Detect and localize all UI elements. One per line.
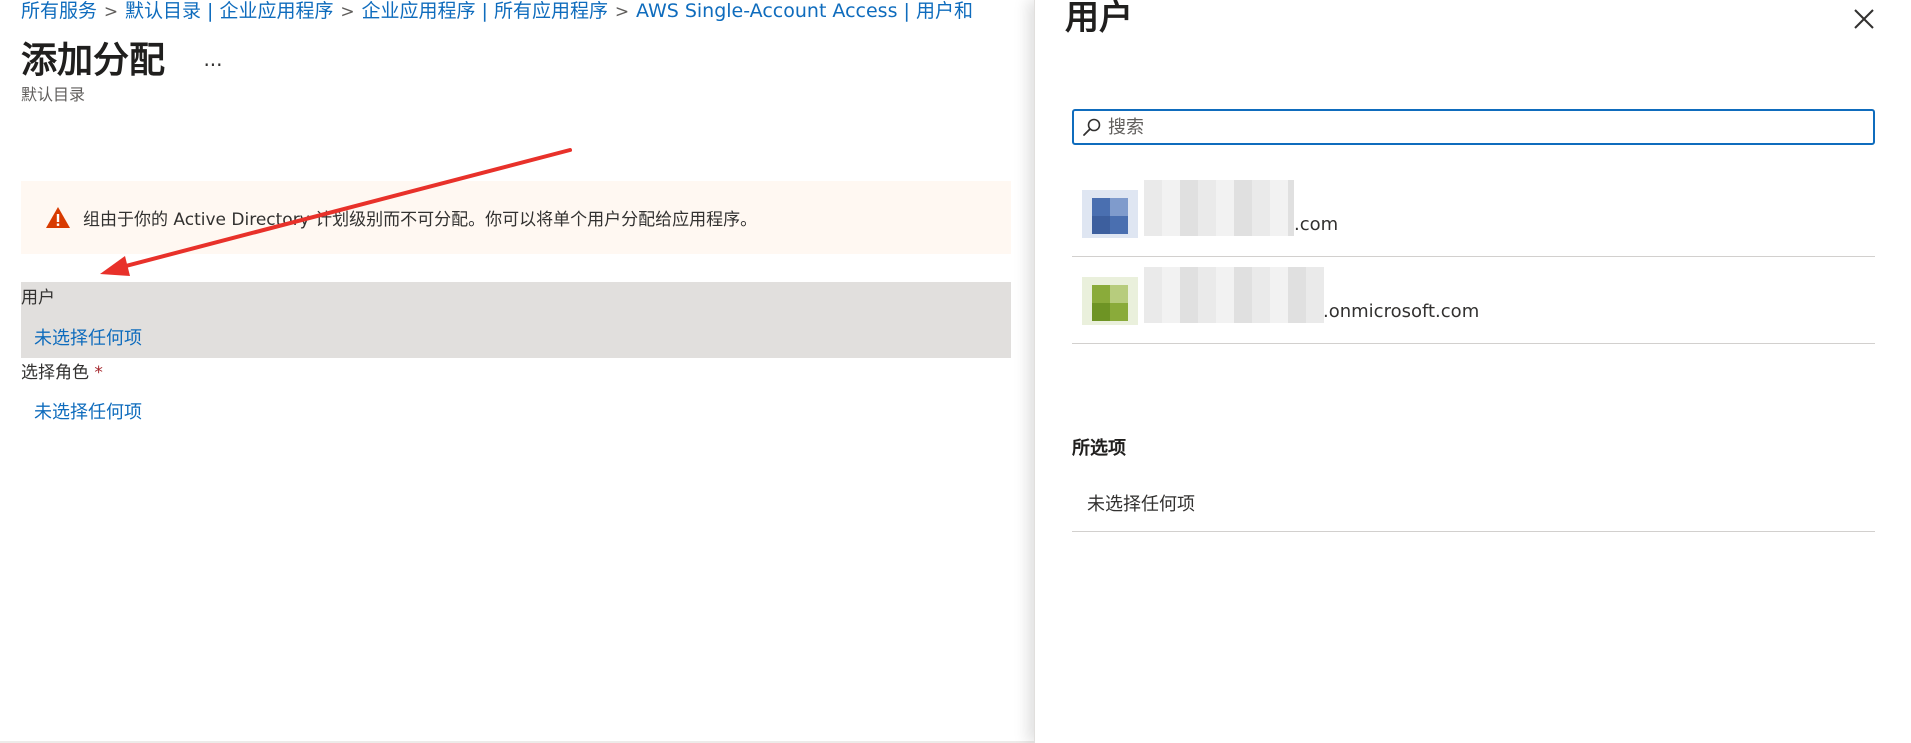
breadcrumb-default-directory[interactable]: 默认目录 | 企业应用程序 [125, 0, 333, 22]
annotation-arrow [100, 148, 572, 276]
users-label: 用户 [21, 288, 55, 308]
panel-title: 用户 [1065, 0, 1133, 38]
breadcrumb-separator: > [614, 2, 630, 22]
page-title: 添加分配 [21, 40, 166, 81]
add-assignment-blade: 所有服务 > 默认目录 | 企业应用程序 > 企业应用程序 | 所有应用程序 > AWS S… [0, 0, 1034, 743]
breadcrumb-all-services[interactable]: 所有服务 [21, 0, 97, 22]
warning-text: 组由于你的 Active Directory 计划级别而不可分配。你可以将单个用… [83, 210, 758, 230]
breadcrumb-separator: > [340, 2, 355, 22]
required-asterisk: * [94, 363, 103, 383]
avatar [1082, 277, 1138, 325]
users-selection-panel: 用户 .com [1034, 0, 1911, 743]
search-input[interactable] [1108, 114, 1868, 140]
avatar [1082, 190, 1138, 238]
select-role-label-text: 选择角色 [21, 363, 89, 383]
select-role-label: 选择角色 * [21, 361, 103, 385]
warning-triangle-icon [45, 205, 71, 231]
users-none-selected-link[interactable]: 未选择任何项 [34, 326, 142, 352]
user-email: .com [1294, 214, 1339, 235]
breadcrumb-aws-app[interactable]: AWS Single-Account Access | 用户和 [636, 0, 973, 22]
user-list-item[interactable]: .com [1072, 170, 1875, 257]
redacted-email [1144, 267, 1324, 323]
search-icon [1082, 117, 1102, 137]
user-email: .onmicrosoft.com [1323, 301, 1480, 322]
breadcrumb-enterprise-apps[interactable]: 企业应用程序 | 所有应用程序 [362, 0, 608, 22]
more-options-button[interactable]: ... [200, 44, 226, 74]
search-box[interactable] [1072, 109, 1875, 145]
breadcrumb-separator: > [103, 2, 119, 22]
selected-items-empty: 未选择任何项 [1072, 490, 1875, 532]
redacted-email [1144, 180, 1294, 236]
warning-message-bar: 组由于你的 Active Directory 计划级别而不可分配。你可以将单个用… [21, 181, 1011, 254]
page-subtitle: 默认目录 [21, 85, 86, 104]
role-none-selected-link[interactable]: 未选择任何项 [34, 400, 142, 426]
breadcrumb: 所有服务 > 默认目录 | 企业应用程序 > 企业应用程序 | 所有应用程序 > AWS S… [21, 0, 1034, 25]
selected-items-title: 所选项 [1072, 438, 1126, 459]
users-field[interactable]: 用户 未选择任何项 [21, 282, 1011, 358]
close-icon[interactable] [1851, 6, 1877, 32]
user-list-item[interactable]: .onmicrosoft.com [1072, 257, 1875, 344]
